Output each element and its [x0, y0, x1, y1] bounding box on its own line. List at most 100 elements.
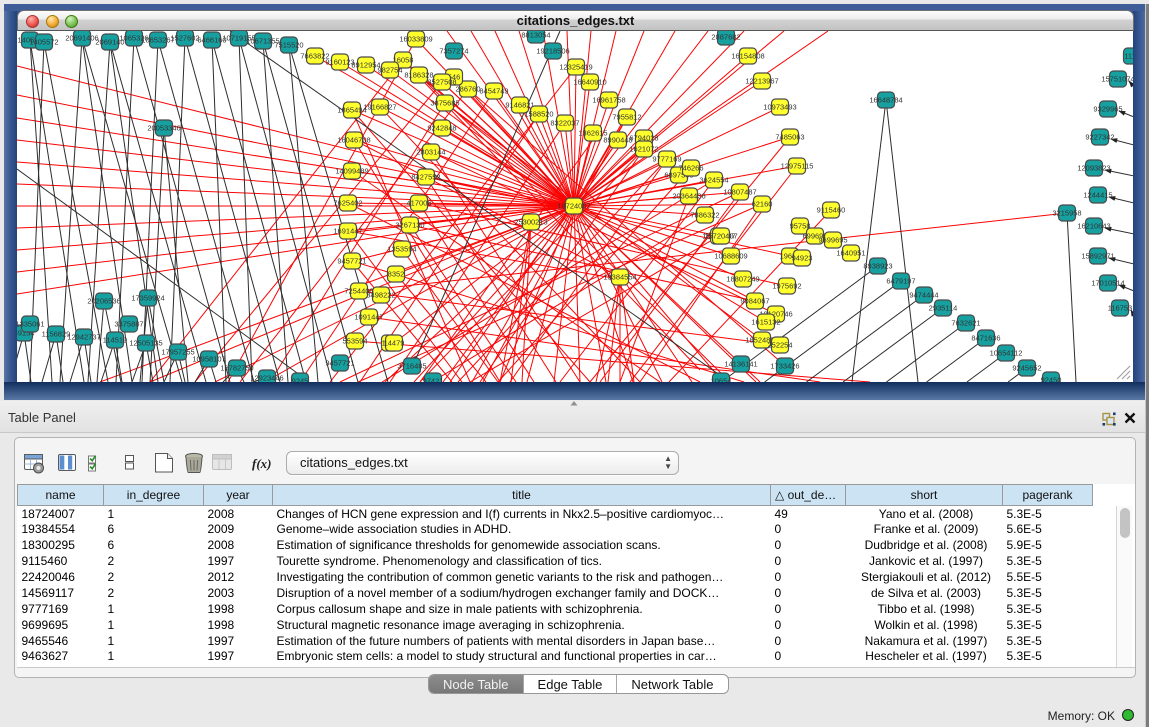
svg-text:3716485: 3716485 — [397, 362, 426, 371]
svg-text:7515520: 7515520 — [274, 41, 303, 50]
svg-text:16210643: 16210643 — [1077, 222, 1110, 231]
svg-text:94923: 94923 — [792, 254, 813, 263]
svg-text:1244415: 1244415 — [1083, 191, 1112, 200]
svg-text:3875685: 3875685 — [430, 99, 459, 108]
svg-text:2803144: 2803144 — [416, 148, 445, 157]
svg-text:12975115: 12975115 — [781, 162, 814, 171]
svg-text:20691406: 20691406 — [65, 34, 98, 43]
svg-text:19384554: 19384554 — [603, 273, 636, 282]
svg-text:1640951: 1640951 — [836, 249, 865, 258]
svg-text:20053346: 20053346 — [147, 124, 180, 133]
svg-text:7625402: 7625402 — [333, 199, 362, 208]
svg-text:1091447: 1091447 — [354, 313, 383, 322]
svg-text:12213967: 12213967 — [745, 77, 778, 86]
svg-text:1335061: 1335061 — [17, 320, 45, 329]
svg-text:2887682: 2887682 — [711, 33, 740, 42]
svg-text:8912954: 8912954 — [351, 61, 380, 70]
svg-text:9227342: 9227342 — [1085, 133, 1114, 142]
svg-text:1588520: 1588520 — [524, 110, 553, 119]
svg-text:16046708: 16046708 — [337, 136, 370, 145]
svg-text:417006: 417006 — [406, 199, 431, 208]
svg-text:252254: 252254 — [767, 341, 792, 350]
svg-text:10807487: 10807487 — [723, 188, 756, 197]
svg-text:8352: 8352 — [388, 270, 405, 279]
svg-text:16033809: 16033809 — [399, 35, 432, 44]
svg-text:1621072: 1621072 — [629, 145, 658, 154]
svg-text:1405572: 1405572 — [29, 38, 58, 47]
svg-text:982754: 982754 — [377, 66, 402, 75]
svg-text:92450: 92450 — [1041, 376, 1062, 383]
svg-text:16782759: 16782759 — [220, 364, 253, 373]
svg-text:8990448: 8990448 — [603, 136, 632, 145]
svg-text:12942737: 12942737 — [67, 333, 100, 342]
svg-text:8813054: 8813054 — [521, 31, 550, 40]
svg-text:1975692: 1975692 — [772, 282, 801, 291]
svg-text:17010514: 17010514 — [1091, 279, 1124, 288]
svg-text:9245: 9245 — [292, 377, 309, 383]
svg-text:1733426: 1733426 — [770, 362, 799, 371]
svg-text:114519: 114519 — [103, 336, 127, 345]
svg-text:25300213: 25300213 — [514, 218, 547, 227]
svg-text:8427552: 8427552 — [411, 173, 440, 182]
svg-text:9084067: 9084067 — [740, 297, 769, 306]
svg-text:16961758: 16961758 — [592, 96, 625, 105]
svg-text:15751074: 15751074 — [1101, 75, 1133, 84]
svg-text:10958107: 10958107 — [192, 355, 225, 364]
svg-text:9474444: 9474444 — [909, 291, 938, 300]
svg-text:3215958: 3215958 — [1052, 209, 1081, 218]
svg-text:2935114: 2935114 — [929, 304, 958, 313]
svg-text:19166827: 19166827 — [363, 103, 396, 112]
svg-text:1156829: 1156829 — [42, 330, 71, 339]
svg-text:1527602: 1527602 — [170, 34, 199, 43]
svg-text:553594: 553594 — [342, 337, 367, 346]
svg-text:15720407: 15720407 — [704, 232, 737, 241]
svg-text:6479197: 6479197 — [886, 277, 915, 286]
svg-text:17359924: 17359924 — [131, 294, 164, 303]
svg-text:3375887: 3375887 — [114, 320, 143, 329]
svg-text:14479: 14479 — [384, 339, 405, 348]
svg-text:12093823: 12093823 — [1077, 164, 1110, 173]
svg-text:8322037: 8322037 — [550, 119, 579, 128]
svg-text:9160123: 9160123 — [325, 58, 354, 67]
svg-text:7632621: 7632621 — [951, 319, 980, 328]
svg-text:12505135: 12505135 — [129, 339, 162, 348]
svg-text:16640910: 16640910 — [573, 78, 606, 87]
svg-text:3267130: 3267130 — [395, 221, 424, 230]
svg-text:16648784: 16648784 — [869, 96, 902, 105]
svg-text:17957255: 17957255 — [161, 348, 194, 357]
svg-text:9242848: 9242848 — [427, 124, 456, 133]
svg-text:18724007: 18724007 — [557, 202, 590, 211]
svg-text:8938923: 8938923 — [863, 262, 892, 271]
svg-text:8454749: 8454749 — [479, 87, 508, 96]
svg-text:9329965: 9329965 — [1093, 105, 1122, 114]
svg-text:3624554: 3624554 — [699, 176, 728, 185]
svg-text:14136141: 14136141 — [724, 360, 757, 369]
svg-text:9115460: 9115460 — [817, 206, 846, 215]
svg-text:7955812: 7955812 — [612, 113, 641, 122]
svg-text:20206536: 20206536 — [87, 297, 120, 306]
svg-text:9146821: 9146821 — [505, 101, 534, 110]
svg-text:16154808: 16154808 — [731, 52, 764, 61]
svg-text:7254400: 7254400 — [344, 287, 373, 296]
svg-text:20364436: 20364436 — [672, 192, 705, 201]
svg-text:9699695: 9699695 — [818, 236, 847, 245]
svg-text:19218506: 19218506 — [536, 47, 569, 56]
svg-text:746266: 746266 — [678, 164, 703, 173]
svg-text:286760: 286760 — [455, 85, 480, 94]
svg-text:9245652: 9245652 — [1012, 364, 1041, 373]
svg-text:1615132: 1615132 — [751, 318, 780, 327]
svg-text:9777169: 9777169 — [652, 155, 681, 164]
svg-text:10654: 10654 — [711, 377, 732, 383]
svg-text:f(x): f(x) — [252, 456, 272, 471]
svg-text:1353594: 1353594 — [387, 245, 416, 254]
svg-text:9457721: 9457721 — [337, 257, 366, 266]
svg-text:8471636: 8471636 — [971, 334, 1000, 343]
svg-text:10973493: 10973493 — [763, 103, 796, 112]
svg-text:116753: 116753 — [1108, 304, 1132, 313]
svg-text:10688609: 10688609 — [714, 252, 747, 261]
svg-text:14099489: 14099489 — [335, 167, 368, 176]
svg-text:1112: 1112 — [1124, 52, 1133, 61]
svg-text:1691447: 1691447 — [333, 227, 362, 236]
svg-text:8186328: 8186328 — [404, 71, 433, 80]
svg-text:12325419: 12325419 — [559, 63, 592, 72]
